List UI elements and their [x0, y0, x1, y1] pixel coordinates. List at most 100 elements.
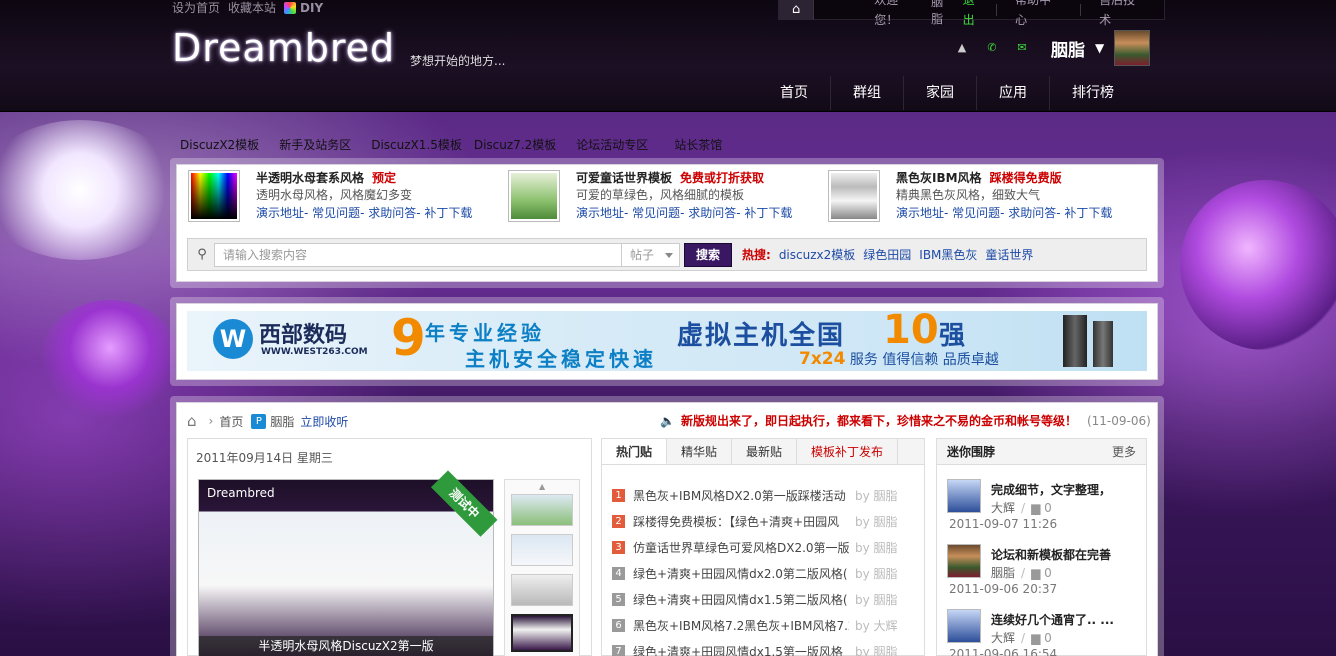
site-logo[interactable]: Dreambred — [172, 26, 395, 70]
slide-thumb[interactable] — [511, 494, 573, 526]
feature-desc: 精典黑色灰风格，细致大气 — [896, 188, 1041, 202]
scroll-up-icon[interactable]: ▲ — [539, 482, 545, 491]
feature-thumb[interactable] — [508, 170, 560, 222]
support-link[interactable]: 售后技术 — [1081, 0, 1164, 30]
mini-weibo-box: 迷你围脖 更多 完成细节，文字整理， 大辉 / ▆ 0 2011-09-07 11:… — [936, 438, 1147, 656]
hot-keyword[interactable]: 绿色田园 — [863, 246, 911, 263]
slide-logo-text: Dreambred — [207, 486, 275, 500]
tab-patches[interactable]: 模板补丁发布 — [797, 439, 899, 464]
slide-thumb[interactable] — [511, 534, 573, 566]
slideshow-image[interactable]: Dreambred 测试中 半透明水母风格DiscuzX2第一版 — [198, 470, 498, 656]
breadcrumb-home[interactable]: 首页 — [219, 413, 243, 430]
logout-link[interactable]: 退出 — [955, 0, 996, 30]
banner-url: WWW.WEST263.COM — [261, 347, 368, 357]
feature-title[interactable]: 可爱童话世界模板 免费或打折获取 — [576, 170, 792, 186]
weibo-text[interactable]: 完成细节，文字整理， — [991, 481, 1111, 498]
diy-link[interactable]: DIY — [284, 0, 323, 16]
mini-weibo-header: 迷你围脖 更多 — [937, 439, 1146, 465]
slide-thumb-active[interactable] — [511, 614, 573, 652]
list-item[interactable]: 3 仿童话世界草绿色可爱风格DX2.0第一版 by 胭脂 — [612, 534, 922, 560]
banner-rank: 10 — [883, 311, 939, 353]
slideshow-caption[interactable]: 半透明水母风格DiscuzX2第一版 — [199, 636, 493, 656]
subnav-newbie[interactable]: 新手及站务区 — [279, 136, 351, 153]
tab-digest[interactable]: 精华贴 — [667, 439, 733, 464]
list-item[interactable]: 6 黑色灰+IBM风格7.2黑色灰+IBM风格7.2 by 大辉 — [612, 612, 922, 638]
weibo-text[interactable]: 连续好几个通宵了.. ... — [991, 611, 1114, 628]
feature-links[interactable]: 演示地址- 常见问题- 求助问答- 补丁下载 — [896, 204, 1112, 222]
avatar[interactable] — [1114, 30, 1151, 66]
user-toolbar: ⌂ 欢迎您！ 胭脂 退出 帮助中心 售后技术 — [778, 0, 1165, 27]
nav-home[interactable]: 首页 — [758, 76, 830, 110]
search-button[interactable]: 搜索 — [684, 242, 732, 267]
site-slogan: 梦想开始的地方... — [410, 54, 506, 68]
warning-icon[interactable]: ▲ — [955, 41, 969, 55]
weibo-item: 论坛和新模板都在完善 胭脂 / ▆ 0 2011-09-06 20:37 — [947, 544, 1143, 606]
listen-link[interactable]: 立即收听 — [300, 413, 348, 430]
announcement-text[interactable]: 新版规出来了，即日起执行，都来看下，珍惜来之不易的金币和帐号等级！ — [681, 412, 1077, 429]
nav-ranking[interactable]: 排行榜 — [1049, 76, 1136, 110]
subnav-discuz72[interactable]: Discuz7.2模板 — [474, 136, 556, 153]
home-icon[interactable]: ⌂ — [187, 412, 197, 430]
chevron-down-icon[interactable]: ▼ — [1095, 41, 1104, 55]
feature-desc: 可爱的草绿色，风格细腻的模板 — [576, 188, 745, 202]
feature-thumb[interactable] — [828, 170, 880, 222]
feature-title[interactable]: 半透明水母套系风格 预定 — [256, 170, 472, 186]
banner-sub: 7x24 服务 值得信赖 品质卓越 — [799, 349, 999, 369]
help-link[interactable]: 帮助中心 — [997, 0, 1080, 30]
nav-groups[interactable]: 群组 — [830, 76, 903, 110]
search-type-select[interactable]: 帖子 — [622, 242, 680, 267]
bell-icon[interactable]: ✆ — [985, 41, 999, 55]
set-home-link[interactable]: 设为首页 — [172, 0, 220, 16]
announcement: 🔈 新版规出来了，即日起执行，都来看下，珍惜来之不易的金币和帐号等级！ (11-… — [660, 412, 1151, 429]
hot-keyword[interactable]: IBM黑色灰 — [919, 246, 977, 263]
slide-thumb[interactable] — [511, 574, 573, 606]
subnav-discuzx15[interactable]: DiscuzX1.5模板 — [371, 136, 462, 153]
hot-keyword[interactable]: discuzx2模板 — [779, 246, 855, 263]
nav-apps[interactable]: 应用 — [976, 76, 1049, 110]
testing-badge: 测试中 — [431, 470, 498, 537]
feature-links[interactable]: 演示地址- 常见问题- 求助问答- 补丁下载 — [256, 204, 472, 222]
avatar[interactable] — [947, 544, 981, 578]
subnav-events[interactable]: 论坛活动专区 — [576, 136, 648, 153]
bookmark-link[interactable]: 收藏本站 — [228, 0, 276, 16]
feature-desc: 透明水母风格，风格魔幻多变 — [256, 188, 413, 202]
feature-thumb[interactable] — [188, 170, 240, 222]
posts-box: 热门贴 精华贴 最新贴 模板补丁发布 1 黑色灰+IBM风格DX2.0第一版踩楼活… — [601, 438, 925, 656]
main-nav: 首页 群组 家园 应用 排行榜 — [758, 76, 1136, 110]
weibo-text[interactable]: 论坛和新模板都在完善 — [991, 546, 1111, 563]
more-link[interactable]: 更多 — [1112, 443, 1136, 460]
subnav-discuzx2[interactable]: DiscuzX2模板 — [180, 136, 259, 153]
breadcrumb-user[interactable]: 胭脂 — [270, 413, 294, 430]
feature-links[interactable]: 演示地址- 常见问题- 求助问答- 补丁下载 — [576, 204, 792, 222]
mini-weibo-title: 迷你围脖 — [947, 445, 996, 459]
slideshow-thumbs: ▲ — [504, 479, 580, 656]
subnav-teahouse[interactable]: 站长茶馆 — [674, 136, 722, 153]
list-item[interactable]: 4 绿色+清爽+田园风情dx2.0第二版风格(by 胭脂 — [612, 560, 922, 586]
banner-line2: 主机安全稳定快速 — [465, 347, 657, 371]
list-item[interactable]: 7 绿色+清爽+田园风情dx1.5第一版风格【 by 胭脂 — [612, 638, 922, 656]
search-icon: ⚲ — [197, 247, 207, 262]
weibo-time: 2011-09-06 16:54 — [949, 647, 1058, 656]
breadcrumb: ⌂ › 首页 P 胭脂 立即收听 — [187, 412, 348, 430]
nav-space[interactable]: 家园 — [903, 76, 976, 110]
ad-banner[interactable]: W 西部数码 WWW.WEST263.COM 9 年专业经验 主机安全稳定快速 … — [187, 311, 1147, 371]
list-item[interactable]: 1 黑色灰+IBM风格DX2.0第一版踩楼活动 by 胭脂 — [612, 482, 922, 508]
weibo-meta: 胭脂 / ▆ 0 — [991, 566, 1052, 580]
tab-latest[interactable]: 最新贴 — [732, 439, 798, 464]
list-item[interactable]: 2 踩楼得免费模板：【绿色+清爽+田园风 by 胭脂 — [612, 508, 922, 534]
home-icon[interactable]: ⌂ — [779, 0, 815, 20]
list-item[interactable]: 5 绿色+清爽+田园风情dx1.5第二版风格(by 胭脂 — [612, 586, 922, 612]
welcome-text: 欢迎您！ — [874, 0, 899, 27]
feature-title[interactable]: 黑色灰IBM风格 踩楼得免费版 — [896, 170, 1112, 186]
avatar[interactable] — [947, 609, 981, 643]
header-user-area: ▲ ✆ ✉ 胭脂 ▼ — [955, 30, 1151, 66]
tab-hot[interactable]: 热门贴 — [602, 439, 668, 464]
server-icon — [1063, 315, 1087, 367]
header-username[interactable]: 胭脂 — [1051, 36, 1085, 61]
search-input[interactable]: 请输入搜索内容 — [214, 242, 622, 267]
decor-lotus-right — [1180, 180, 1336, 350]
mail-icon[interactable]: ✉ — [1015, 41, 1029, 55]
username-link[interactable]: 胭脂 — [931, 0, 954, 27]
hot-keyword[interactable]: 童话世界 — [985, 246, 1033, 263]
avatar[interactable] — [947, 479, 981, 513]
